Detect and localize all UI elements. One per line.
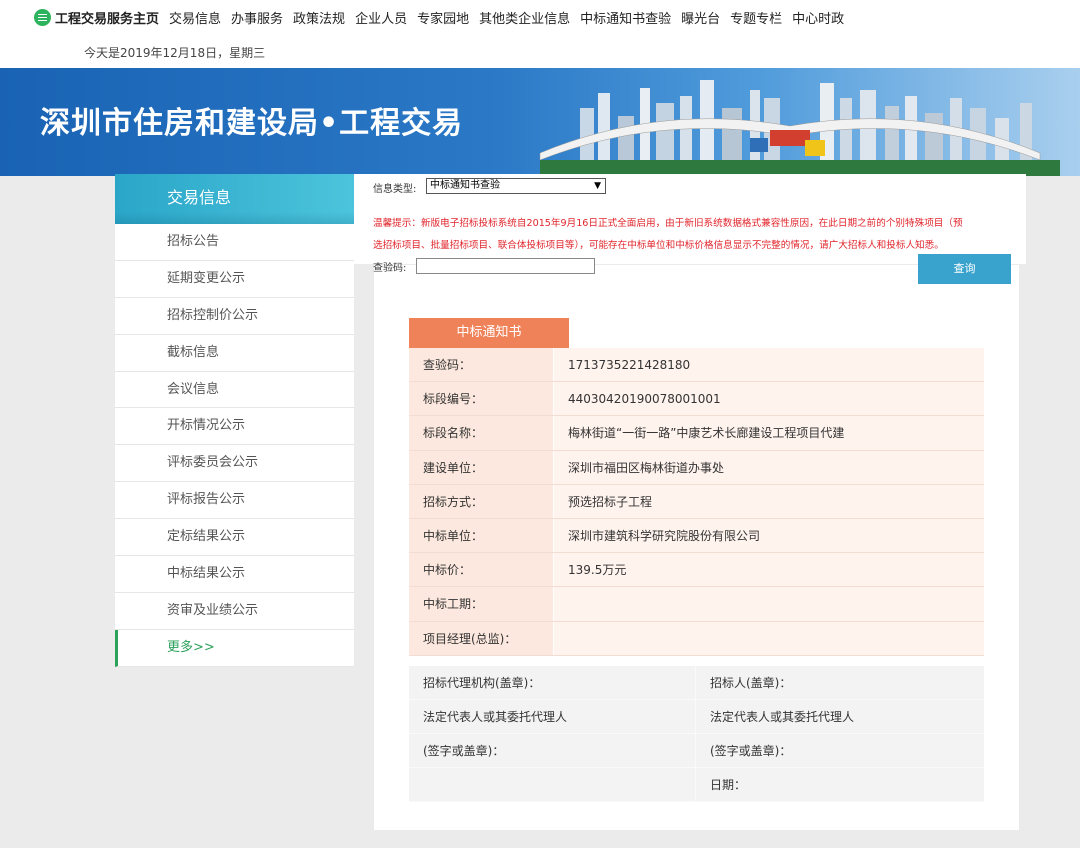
notice-card-title: 中标通知书	[409, 318, 569, 348]
tenderer-sign-cell: 法定代表人或其委托代理人	[710, 710, 855, 724]
nav-item-experts[interactable]: 专家园地	[417, 8, 469, 27]
field-value: 梅林街道“一街一路”中康艺术长廊建设工程项目代建	[554, 416, 984, 450]
field-value: 44030420190078001001	[554, 382, 984, 416]
field-label: 建设单位：	[409, 450, 553, 484]
dropdown-arrow-icon: ▼	[594, 181, 601, 191]
table-row: 法定代表人或其委托代理人 法定代表人或其委托代理人	[409, 700, 984, 734]
sidebar-item-evaluation-report[interactable]: 评标报告公示	[115, 482, 354, 520]
table-row: 建设单位： 深圳市福田区梅林街道办事处	[409, 450, 984, 485]
field-value: 预选招标子工程	[554, 484, 984, 518]
site-title: 深圳市住房和建设局•工程交易	[40, 106, 464, 141]
table-row: 中标工期：	[409, 587, 984, 622]
field-label: 查验码：	[409, 348, 553, 382]
sidebar-more-link[interactable]: 更多>>	[115, 629, 354, 667]
field-label: 中标单位：	[409, 518, 553, 553]
table-row: 标段编号： 44030420190078001001	[409, 382, 984, 417]
info-type-select[interactable]: 中标通知书查验 ▼	[426, 178, 606, 194]
sidebar-item-committee[interactable]: 评标委员会公示	[115, 445, 354, 483]
signature-table: 招标代理机构(盖章)： 招标人(盖章)： 法定代表人或其委托代理人 法定代表人或其委…	[409, 666, 984, 802]
field-value: 深圳市福田区梅林街道办事处	[554, 450, 984, 484]
table-row: 招标方式： 预选招标子工程	[409, 484, 984, 519]
sidebar-item-award-decision[interactable]: 定标结果公示	[115, 519, 354, 557]
tenderer-sign-cell: 招标人(盖章)：	[710, 676, 792, 690]
table-row: 日期：	[409, 768, 984, 802]
nav-item-policies[interactable]: 政策法规	[293, 8, 345, 27]
sidebar-item-control-price[interactable]: 招标控制价公示	[115, 298, 354, 335]
sign-date-cell: 日期：	[710, 778, 747, 792]
city-skyline-image	[539, 80, 1060, 176]
table-row: 中标价： 139.5万元	[409, 553, 984, 588]
query-button[interactable]: 查询	[918, 254, 1011, 284]
field-label: 标段编号：	[409, 382, 553, 416]
verify-code-input[interactable]	[416, 258, 595, 274]
table-row: 招标代理机构(盖章)： 招标人(盖章)：	[409, 666, 984, 700]
verify-code-label: 查验码:	[373, 263, 407, 274]
home-icon[interactable]	[34, 8, 51, 26]
nav-item-notice-verify[interactable]: 中标通知书查验	[580, 8, 671, 27]
sidebar-item-tender-announcement[interactable]: 招标公告	[115, 224, 354, 261]
sidebar: 交易信息 招标公告 延期变更公示 招标控制价公示 截标信息 会议信息 开标情况公…	[115, 174, 354, 667]
warning-notice: 温馨提示：新版电子招标投标系统自2015年9月16日正式全面启用，由于新旧系统数…	[373, 213, 1013, 257]
nav-home-link[interactable]: 工程交易服务主页	[55, 8, 159, 27]
warning-notice-line2: 选招标项目、批量招标项目、联合体投标项目等），可能存在中标单位和中标价格信息显示…	[373, 240, 944, 251]
nav-item-trading-info[interactable]: 交易信息	[169, 8, 221, 27]
sidebar-item-meeting[interactable]: 会议信息	[115, 372, 354, 409]
table-row: 中标单位： 深圳市建筑科学研究院股份有限公司	[409, 518, 984, 554]
sidebar-title: 交易信息	[115, 174, 354, 224]
field-label: 中标价：	[409, 553, 553, 587]
table-row: 查验码： 1713735221428180	[409, 348, 984, 383]
sidebar-item-qualification[interactable]: 资审及业绩公示	[115, 593, 354, 630]
top-nav: 工程交易服务主页 交易信息 办事服务 政策法规 企业人员 专家园地 其他类企业信…	[34, 7, 854, 27]
current-date: 今天是2019年12月18日，星期三	[84, 46, 266, 60]
warning-notice-line1: 温馨提示：新版电子招标投标系统自2015年9月16日正式全面启用，由于新旧系统数…	[373, 218, 963, 229]
field-value: 深圳市建筑科学研究院股份有限公司	[554, 518, 984, 553]
nav-item-exposure[interactable]: 曝光台	[681, 8, 720, 27]
table-row: 项目经理(总监)：	[409, 621, 984, 656]
agency-sign-cell: 法定代表人或其委托代理人	[409, 700, 696, 733]
top-bar: 工程交易服务主页 交易信息 办事服务 政策法规 企业人员 专家园地 其他类企业信…	[0, 0, 1080, 68]
agency-sign-cell: 招标代理机构(盖章)：	[409, 666, 696, 699]
sidebar-item-award-result[interactable]: 中标结果公示	[115, 556, 354, 593]
sidebar-item-bid-closing[interactable]: 截标信息	[115, 335, 354, 372]
info-type-label: 信息类型:	[373, 184, 417, 195]
field-value: 1713735221428180	[554, 348, 984, 382]
sidebar-item-bid-opening[interactable]: 开标情况公示	[115, 408, 354, 446]
agency-sign-cell	[409, 768, 696, 801]
site-banner: 深圳市住房和建设局•工程交易	[0, 68, 1080, 176]
field-value: 139.5万元	[554, 553, 984, 587]
field-value	[554, 587, 984, 621]
field-value	[554, 621, 984, 655]
field-label: 项目经理(总监)：	[409, 621, 553, 655]
field-label: 标段名称：	[409, 416, 553, 450]
nav-item-topics[interactable]: 专题专栏	[730, 8, 782, 27]
table-row: 标段名称： 梅林街道“一街一路”中康艺术长廊建设工程项目代建	[409, 416, 984, 451]
nav-item-other-enterprise[interactable]: 其他类企业信息	[479, 8, 570, 27]
tenderer-sign-cell: (签字或盖章)：	[710, 744, 792, 758]
info-type-value: 中标通知书查验	[430, 180, 500, 191]
nav-item-enterprise-staff[interactable]: 企业人员	[355, 8, 407, 27]
table-row: (签字或盖章)： (签字或盖章)：	[409, 734, 984, 768]
nav-item-center-news[interactable]: 中心时政	[792, 8, 844, 27]
sidebar-item-extension-change[interactable]: 延期变更公示	[115, 261, 354, 298]
nav-item-services[interactable]: 办事服务	[231, 8, 283, 27]
award-info-table: 查验码： 1713735221428180 标段编号： 44030420190078…	[409, 348, 984, 656]
field-label: 招标方式：	[409, 484, 553, 518]
field-label: 中标工期：	[409, 587, 553, 621]
agency-sign-cell: (签字或盖章)：	[409, 734, 696, 767]
